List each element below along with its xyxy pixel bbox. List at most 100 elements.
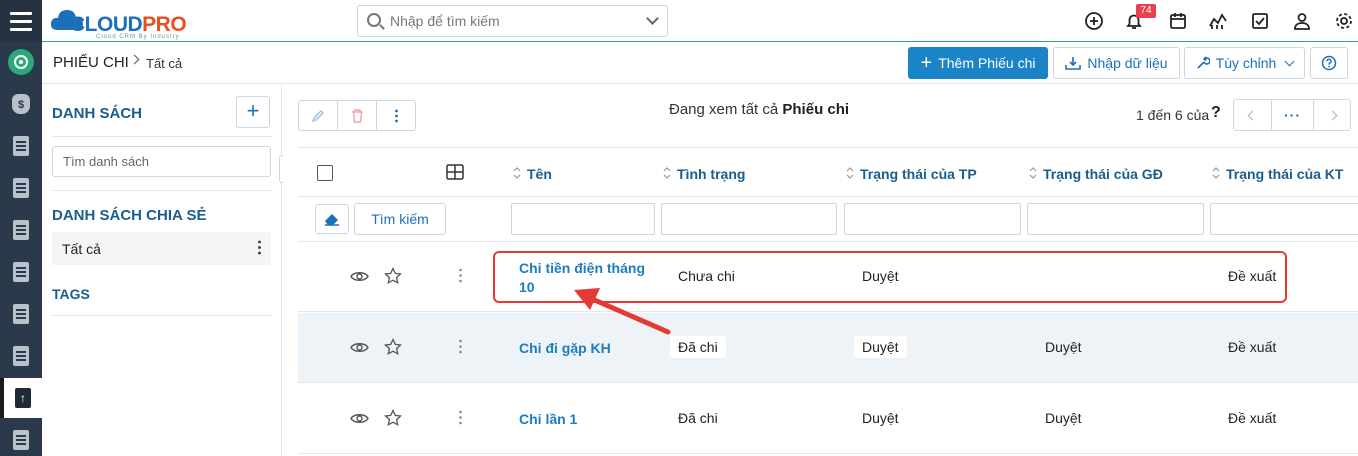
import-data-button[interactable]: Nhập dữ liệu: [1053, 47, 1180, 79]
invoice-rail-item[interactable]: [0, 168, 42, 208]
column-header-name[interactable]: Tên: [527, 166, 552, 182]
eye-icon[interactable]: [350, 412, 369, 425]
tp-status-cell: Duyệt: [862, 410, 899, 426]
search-input[interactable]: [390, 11, 630, 31]
next-page-button[interactable]: [1314, 100, 1350, 130]
kt-status-cell: Đề xuất: [1228, 410, 1277, 426]
star-icon[interactable]: [384, 267, 402, 285]
chevron-right-icon: [1327, 110, 1337, 120]
star-icon[interactable]: [384, 409, 402, 427]
filter-status-input[interactable]: [661, 203, 837, 235]
paging-info: 1 đến 6 của: [1136, 107, 1210, 123]
search-button[interactable]: Tìm kiếm: [354, 203, 446, 235]
more-vertical-icon[interactable]: [459, 410, 462, 425]
select-all-checkbox[interactable]: [317, 165, 333, 181]
table-row[interactable]: Chi lần 1 Đã chi Duyệt Duyệt Đề xuất: [298, 384, 1358, 454]
sort-icon[interactable]: [663, 166, 671, 180]
column-header-kt-status[interactable]: Trạng thái của KT: [1226, 166, 1343, 182]
breadcrumb-view: Tất cả: [146, 56, 183, 71]
question-circle-icon: [1321, 55, 1337, 71]
breadcrumb-module[interactable]: PHIẾU CHI: [53, 54, 129, 71]
user-icon[interactable]: [1292, 11, 1312, 31]
divider: [52, 190, 272, 191]
column-header-gd-status[interactable]: Trạng thái của GĐ: [1043, 166, 1163, 182]
dashboard-rail-item[interactable]: [0, 42, 42, 82]
money-bag-icon: $: [12, 94, 30, 114]
wrench-icon: [1197, 56, 1210, 69]
filter-kt-input[interactable]: [1210, 203, 1358, 235]
receipt-rail-item[interactable]: [0, 210, 42, 250]
annotation-arrow-icon: [574, 288, 671, 335]
columns-icon[interactable]: [446, 164, 464, 180]
sort-icon[interactable]: [846, 166, 854, 180]
page-menu-button[interactable]: ···: [1272, 100, 1314, 130]
paging-help[interactable]: ?: [1211, 104, 1221, 122]
pager: ···: [1233, 99, 1351, 131]
left-rail: $ ↑: [0, 0, 42, 456]
menu-icon[interactable]: [0, 0, 42, 42]
clear-filter-button[interactable]: [315, 204, 349, 234]
document-rail-item[interactable]: [0, 126, 42, 166]
gear-icon[interactable]: [1334, 11, 1354, 31]
calendar-icon[interactable]: [1168, 11, 1188, 31]
eye-icon[interactable]: [350, 341, 369, 354]
download-rail-item[interactable]: [0, 294, 42, 334]
plus-icon: +: [920, 52, 933, 74]
edit-button[interactable]: [299, 101, 338, 130]
more-vertical-icon[interactable]: [459, 268, 462, 283]
list-item-all[interactable]: Tất cả: [52, 232, 271, 265]
help-button[interactable]: [1310, 47, 1348, 79]
column-header-status[interactable]: Tình trạng: [677, 166, 745, 182]
analytics-icon[interactable]: [1208, 11, 1228, 31]
filter-gd-input[interactable]: [1027, 203, 1204, 235]
global-search[interactable]: [357, 5, 668, 37]
divider: [52, 136, 272, 137]
upload-doc-icon: ↑: [15, 388, 31, 408]
record-name-link[interactable]: Chi lần 1: [519, 411, 577, 427]
chevron-down-icon[interactable]: [646, 12, 659, 25]
add-payment-voucher-button[interactable]: + Thêm Phiếu chi: [908, 47, 1048, 79]
book-rail-item[interactable]: [0, 252, 42, 292]
record-name-link[interactable]: Chi đi gặp KH: [519, 340, 611, 356]
more-vertical-icon[interactable]: [258, 240, 261, 255]
chevron-down-icon: [1284, 56, 1295, 66]
sort-icon[interactable]: [1029, 166, 1037, 180]
trash-icon: [351, 108, 363, 123]
list-sidebar: DANH SÁCH + DANH SÁCH CHIA SẺ Tất cả TAG…: [42, 85, 282, 456]
invoice-icon: [13, 178, 29, 198]
tags-title: TAGS: [52, 286, 90, 302]
task-check-icon[interactable]: [1250, 11, 1270, 31]
download-icon: [1065, 57, 1082, 70]
search-icon: [367, 13, 381, 27]
shared-lists-title: DANH SÁCH CHIA SẺ: [52, 207, 207, 224]
list-search-input[interactable]: [53, 147, 270, 176]
payment-voucher-rail-item[interactable]: ↑: [0, 378, 42, 418]
column-header-tp-status[interactable]: Trạng thái của TP: [860, 166, 977, 182]
star-icon[interactable]: [384, 338, 402, 356]
file-rail-item[interactable]: [0, 420, 42, 456]
list-search-field[interactable]: [52, 146, 271, 177]
download-doc-icon: [13, 304, 29, 324]
delete-button[interactable]: [338, 101, 377, 130]
filter-name-input[interactable]: [511, 203, 655, 235]
eye-icon[interactable]: [350, 270, 369, 283]
add-list-button[interactable]: +: [236, 96, 270, 128]
viewing-label: Đang xem tất cả Phiếu chi: [669, 101, 850, 118]
document-icon: [13, 136, 29, 156]
sort-icon[interactable]: [1212, 166, 1220, 180]
filter-tp-input[interactable]: [844, 203, 1021, 235]
more-actions-button[interactable]: [377, 101, 415, 130]
chart-rail-item[interactable]: [0, 336, 42, 376]
customize-dropdown[interactable]: Tùy chỉnh: [1184, 47, 1305, 79]
kt-status-cell: Đề xuất: [1228, 339, 1277, 355]
prev-page-button[interactable]: [1234, 100, 1272, 130]
bulk-actions: [298, 100, 416, 131]
tp-status-cell: Duyệt: [854, 336, 907, 358]
money-bag-rail-item[interactable]: $: [0, 84, 42, 124]
more-vertical-icon[interactable]: [459, 339, 462, 354]
add-circle-icon[interactable]: [1084, 11, 1104, 31]
table-row[interactable]: Chi đi gặp KH Đã chi Duyệt Duyệt Đề xuất: [298, 313, 1358, 383]
sort-icon[interactable]: [513, 166, 521, 180]
cloudpro-logo[interactable]: CLOUDPRO Cloud CRM By Industry: [50, 4, 200, 40]
divider: [52, 315, 272, 316]
